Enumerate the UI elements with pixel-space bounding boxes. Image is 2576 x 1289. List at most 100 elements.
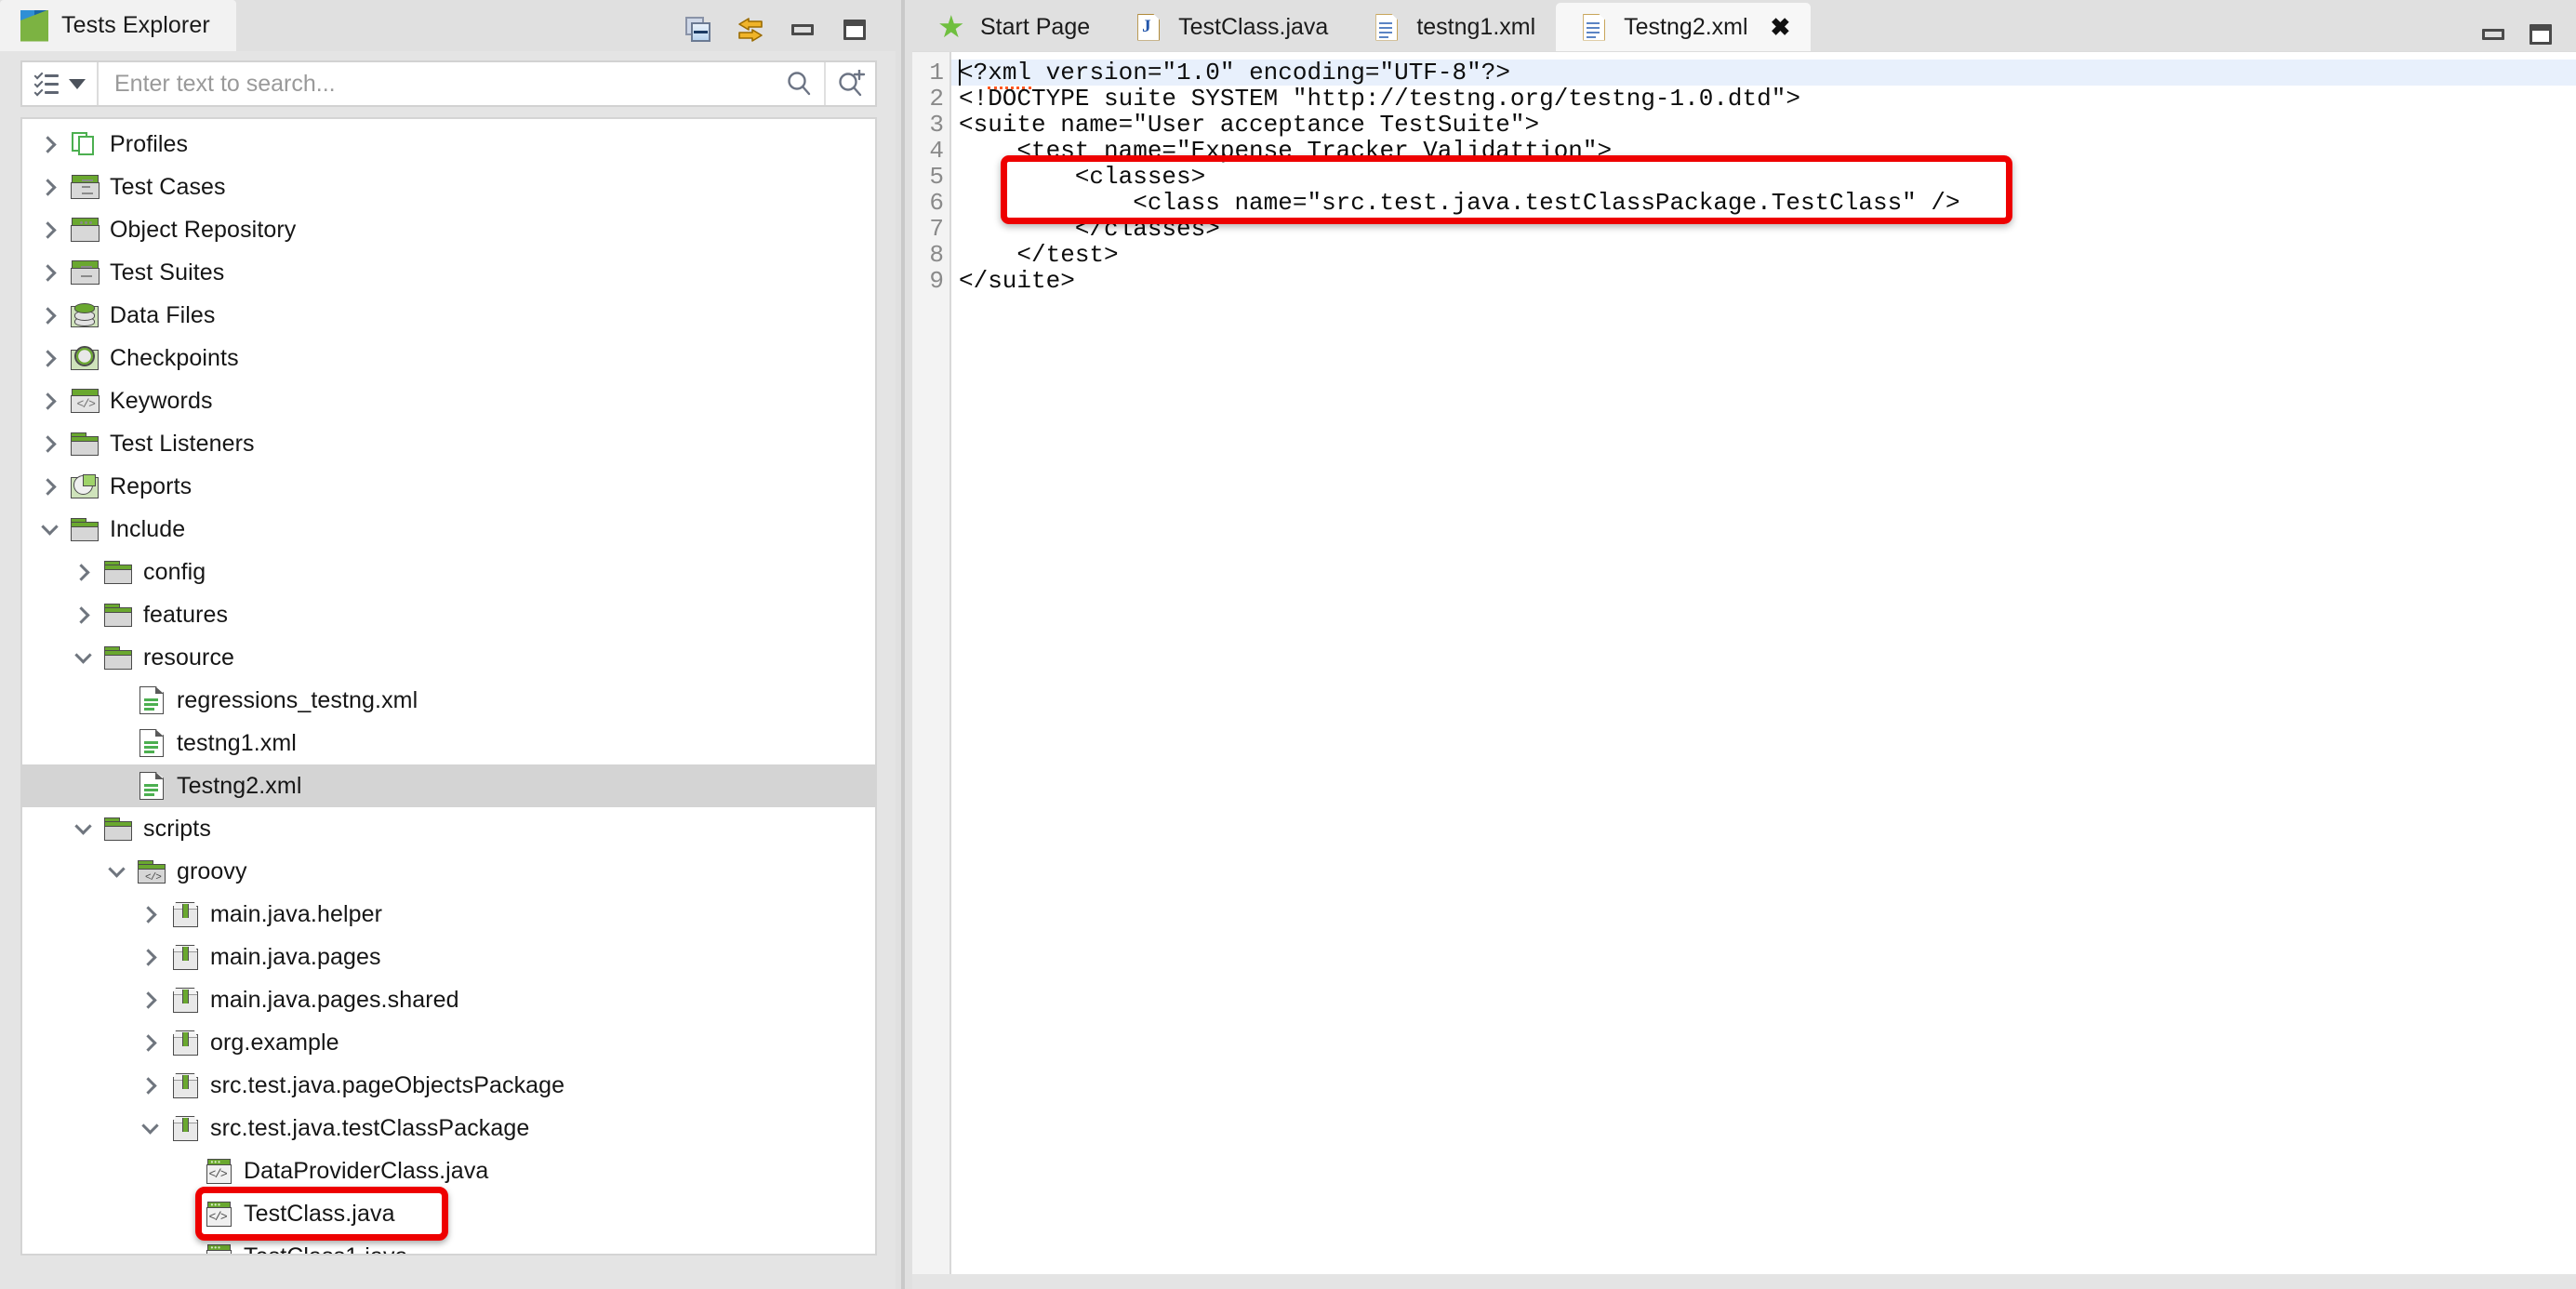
- tree-folder-item[interactable]: Checkpoints: [22, 337, 875, 379]
- editor-tab-testng1-xml[interactable]: testng1.xml: [1348, 3, 1556, 51]
- tree-item-label: resource: [143, 644, 235, 671]
- tree-folder-item[interactable]: resource: [22, 636, 875, 679]
- code-line[interactable]: <?xml version="1.0" encoding="UTF-8"?>: [951, 59, 2576, 89]
- window-controls: [2482, 24, 2552, 45]
- chevron-down-icon[interactable]: [65, 817, 100, 835]
- chevron-down-icon[interactable]: [99, 859, 134, 878]
- tree-folder-item[interactable]: main.java.pages.shared: [22, 978, 875, 1021]
- close-icon[interactable]: ✖: [1771, 15, 1791, 39]
- code-line[interactable]: </suite>: [951, 268, 2576, 294]
- tree-folder-item[interactable]: Include: [22, 508, 875, 551]
- tree-folder-item[interactable]: src.test.java.testClassPackage: [22, 1107, 875, 1149]
- test-explorer-tree[interactable]: Profiles Test Cases Object Repository Test …: [20, 117, 877, 1256]
- tree-item-label: Data Files: [110, 301, 216, 328]
- code-content[interactable]: <?xml version="1.0" encoding="UTF-8"?> <!…: [951, 52, 2576, 1274]
- code-line[interactable]: </classes>: [951, 216, 2576, 242]
- folder-icon: [67, 432, 102, 456]
- tree-folder-item[interactable]: scripts: [22, 807, 875, 850]
- code-line[interactable]: <class name="src.test.java.testClassPack…: [951, 190, 2576, 216]
- tree-item-label: regressions_testng.xml: [177, 686, 418, 713]
- chevron-right-icon[interactable]: [132, 905, 167, 924]
- tree-folder-item[interactable]: Test Cases: [22, 166, 875, 208]
- tree-file-item[interactable]: •••</> TestClass1.java: [22, 1235, 875, 1254]
- panel-toolbar: [683, 14, 870, 46]
- tree-folder-item[interactable]: main.java.helper: [22, 893, 875, 936]
- panel-splitter[interactable]: [896, 0, 912, 1289]
- editor-tab-start-page[interactable]: ★ Start Page: [912, 3, 1110, 51]
- tree-folder-item[interactable]: </> Keywords: [22, 379, 875, 422]
- chevron-right-icon[interactable]: [65, 563, 100, 581]
- tree-item-label: testng1.xml: [177, 729, 297, 756]
- tree-folder-item[interactable]: config: [22, 551, 875, 593]
- tree-folder-item[interactable]: Reports: [22, 465, 875, 508]
- chevron-right-icon[interactable]: [32, 392, 67, 410]
- chevron-right-icon[interactable]: [32, 135, 67, 153]
- chevron-right-icon[interactable]: [132, 990, 167, 1009]
- minimize-icon[interactable]: [787, 14, 818, 46]
- maximize-icon[interactable]: [2530, 24, 2552, 45]
- checklist-icon: [33, 70, 59, 97]
- code-editor[interactable]: 123456789 <?xml version="1.0" encoding="…: [912, 51, 2576, 1274]
- tree-folder-item[interactable]: features: [22, 593, 875, 636]
- code-line[interactable]: <suite name="User acceptance TestSuite">: [951, 112, 2576, 138]
- keyword-icon: </>: [67, 389, 102, 413]
- tree-folder-item[interactable]: Object Repository: [22, 208, 875, 251]
- tree-folder-item[interactable]: src.test.java.pageObjectsPackage: [22, 1064, 875, 1107]
- chevron-down-icon[interactable]: [32, 517, 67, 536]
- editor-tab-strip: ★ Start Page J TestClass.java testng1.xml Tes…: [912, 0, 2576, 51]
- line-number: 7: [929, 215, 944, 243]
- java-doc-icon: J: [1131, 13, 1166, 41]
- folder-icon: [100, 645, 136, 670]
- chevron-down-icon[interactable]: [132, 1116, 167, 1135]
- view-tab-tests-explorer[interactable]: Tests Explorer: [0, 0, 236, 51]
- chevron-right-icon[interactable]: [32, 220, 67, 239]
- tree-folder-item[interactable]: Test Suites: [22, 251, 875, 294]
- report-icon: [67, 474, 102, 498]
- maximize-icon[interactable]: [839, 14, 870, 46]
- tree-item-label: main.java.helper: [210, 900, 383, 927]
- java-file-icon: •••</>: [201, 1243, 236, 1254]
- tree-file-item[interactable]: testng1.xml: [22, 722, 875, 764]
- tree-item-label: main.java.pages.shared: [210, 986, 459, 1013]
- chevron-down-icon[interactable]: [65, 645, 100, 664]
- editor-tab-label: testng1.xml: [1416, 13, 1536, 40]
- tree-folder-item[interactable]: </> groovy: [22, 850, 875, 893]
- code-line[interactable]: <test name="Expense Tracker Validattion"…: [951, 138, 2576, 164]
- tree-folder-item[interactable]: Test Listeners: [22, 422, 875, 465]
- chevron-right-icon[interactable]: [65, 605, 100, 624]
- tree-item-label: groovy: [177, 857, 247, 884]
- chevron-right-icon[interactable]: [32, 349, 67, 367]
- swap-arrows-icon[interactable]: [735, 14, 766, 46]
- collapse-all-copy-icon[interactable]: [683, 14, 714, 46]
- code-line[interactable]: <classes>: [951, 164, 2576, 190]
- tree-file-item[interactable]: regressions_testng.xml: [22, 679, 875, 722]
- tree-item-label: Profiles: [110, 130, 189, 157]
- tree-file-item[interactable]: ••• </> TestClass.java: [22, 1192, 875, 1235]
- chevron-right-icon[interactable]: [132, 1033, 167, 1052]
- line-number: 2: [929, 85, 944, 113]
- tree-file-item[interactable]: ••• </> DataProviderClass.java: [22, 1149, 875, 1192]
- chevron-right-icon[interactable]: [32, 434, 67, 453]
- search-input[interactable]: [114, 70, 773, 98]
- chevron-right-icon[interactable]: [32, 178, 67, 196]
- tree-folder-item[interactable]: org.example: [22, 1021, 875, 1064]
- editor-tab-testclass-java[interactable]: J TestClass.java: [1110, 3, 1348, 51]
- tree-folder-item[interactable]: main.java.pages: [22, 936, 875, 978]
- editor-bottom-strip: [912, 1274, 2576, 1289]
- chevron-right-icon[interactable]: [32, 306, 67, 325]
- chevron-right-icon[interactable]: [132, 1076, 167, 1095]
- search-icon[interactable]: [773, 62, 824, 105]
- tree-folder-item[interactable]: Data Files: [22, 294, 875, 337]
- chevron-right-icon[interactable]: [132, 948, 167, 966]
- minimize-icon[interactable]: [2482, 29, 2504, 40]
- filter-dropdown-button[interactable]: [22, 62, 99, 105]
- code-line[interactable]: </test>: [951, 242, 2576, 268]
- tree-file-item[interactable]: Testng2.xml: [22, 764, 875, 807]
- editor-tab-testng2-xml[interactable]: Testng2.xml ✖: [1556, 3, 1812, 51]
- code-line[interactable]: <!DOCTYPE suite SYSTEM "http://testng.or…: [951, 86, 2576, 112]
- tree-folder-item[interactable]: Profiles: [22, 123, 875, 166]
- search-plus-icon[interactable]: [824, 62, 875, 105]
- chevron-right-icon[interactable]: [32, 263, 67, 282]
- chevron-right-icon[interactable]: [32, 477, 67, 496]
- tree-item-label: features: [143, 601, 229, 628]
